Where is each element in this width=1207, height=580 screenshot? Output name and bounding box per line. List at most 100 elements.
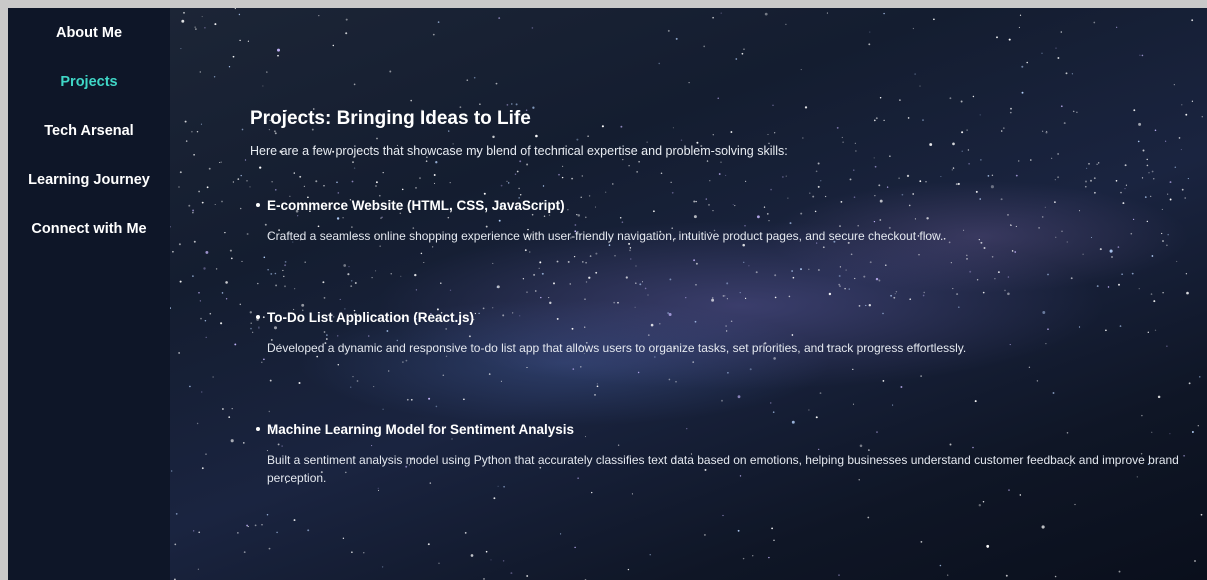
star	[221, 408, 224, 410]
star	[720, 12, 722, 14]
star	[179, 171, 182, 174]
page-title: Projects: Bringing Ideas to Life	[250, 108, 531, 129]
star	[178, 186, 180, 188]
sidebar: About Me Projects Tech Arsenal Learning …	[8, 8, 170, 580]
star	[232, 55, 235, 58]
star	[241, 128, 244, 131]
star	[246, 524, 248, 527]
star	[768, 556, 770, 559]
star	[432, 33, 435, 36]
star	[502, 560, 505, 562]
star	[410, 99, 412, 102]
star	[198, 292, 200, 294]
star	[196, 130, 199, 133]
sidebar-item-connect-with-me[interactable]: Connect with Me	[8, 212, 170, 261]
star	[437, 21, 440, 23]
star	[742, 557, 745, 560]
star	[234, 343, 237, 346]
sidebar-item-learning-journey[interactable]: Learning Journey	[8, 163, 170, 212]
star	[172, 250, 174, 253]
star	[230, 257, 233, 260]
star	[764, 12, 768, 16]
star	[261, 524, 263, 526]
star	[193, 530, 195, 532]
star	[960, 100, 963, 103]
star	[483, 578, 485, 580]
star	[914, 73, 916, 75]
star	[1041, 52, 1043, 54]
star	[225, 298, 228, 300]
star	[490, 559, 492, 561]
star	[498, 17, 501, 20]
sidebar-item-projects[interactable]: Projects	[8, 65, 170, 114]
star	[268, 547, 271, 550]
star	[332, 44, 335, 47]
star	[510, 572, 513, 575]
star	[1093, 21, 1096, 24]
star	[230, 439, 234, 443]
star	[213, 76, 216, 78]
star	[220, 322, 223, 325]
star	[345, 32, 348, 35]
star	[996, 36, 998, 39]
star	[574, 546, 576, 549]
star	[1018, 26, 1020, 29]
star	[193, 153, 195, 156]
star	[199, 71, 202, 73]
star	[206, 186, 209, 189]
projects-content: Projects: Bringing Ideas to Life Here ar…	[250, 108, 1207, 487]
intro-text: Here are a few projects that showcase my…	[250, 144, 788, 158]
star	[752, 555, 754, 557]
star	[438, 562, 440, 565]
star	[191, 130, 193, 133]
star	[464, 531, 467, 534]
star	[631, 493, 633, 495]
star	[239, 303, 242, 306]
star	[1021, 65, 1024, 68]
star	[200, 123, 202, 125]
star	[247, 525, 249, 528]
star	[239, 207, 242, 210]
star	[262, 85, 264, 87]
star	[495, 82, 498, 85]
sidebar-item-about-me[interactable]: About Me	[8, 16, 170, 65]
star	[293, 519, 296, 522]
star	[658, 62, 660, 65]
star	[277, 54, 279, 57]
star	[493, 497, 496, 500]
star	[219, 161, 221, 164]
star	[1071, 73, 1073, 75]
star	[1021, 91, 1024, 94]
star	[201, 201, 204, 204]
star	[214, 23, 217, 26]
star	[826, 12, 828, 14]
star	[717, 97, 719, 99]
star	[986, 546, 989, 548]
star	[1116, 26, 1118, 28]
star	[703, 533, 706, 536]
star	[178, 243, 181, 246]
star	[229, 249, 232, 252]
star	[515, 103, 518, 106]
star	[351, 551, 353, 553]
star	[1019, 494, 1022, 496]
sidebar-item-tech-arsenal[interactable]: Tech Arsenal	[8, 114, 170, 163]
star	[920, 540, 923, 543]
star	[1054, 575, 1057, 578]
star	[242, 442, 245, 444]
star	[170, 307, 171, 309]
star	[869, 31, 871, 33]
star	[246, 233, 249, 235]
star	[879, 96, 882, 99]
list-item: Machine Learning Model for Sentiment Ana…	[250, 422, 1207, 487]
star	[171, 470, 173, 472]
star	[276, 531, 278, 534]
project-title: E-commerce Website (HTML, CSS, JavaScrip…	[267, 198, 565, 213]
project-description: Built a sentiment analysis model using P…	[267, 453, 1179, 485]
star	[342, 537, 345, 539]
star	[470, 554, 474, 557]
star	[381, 566, 384, 568]
bullet-icon	[256, 203, 260, 207]
star	[224, 231, 226, 234]
star	[195, 28, 197, 30]
